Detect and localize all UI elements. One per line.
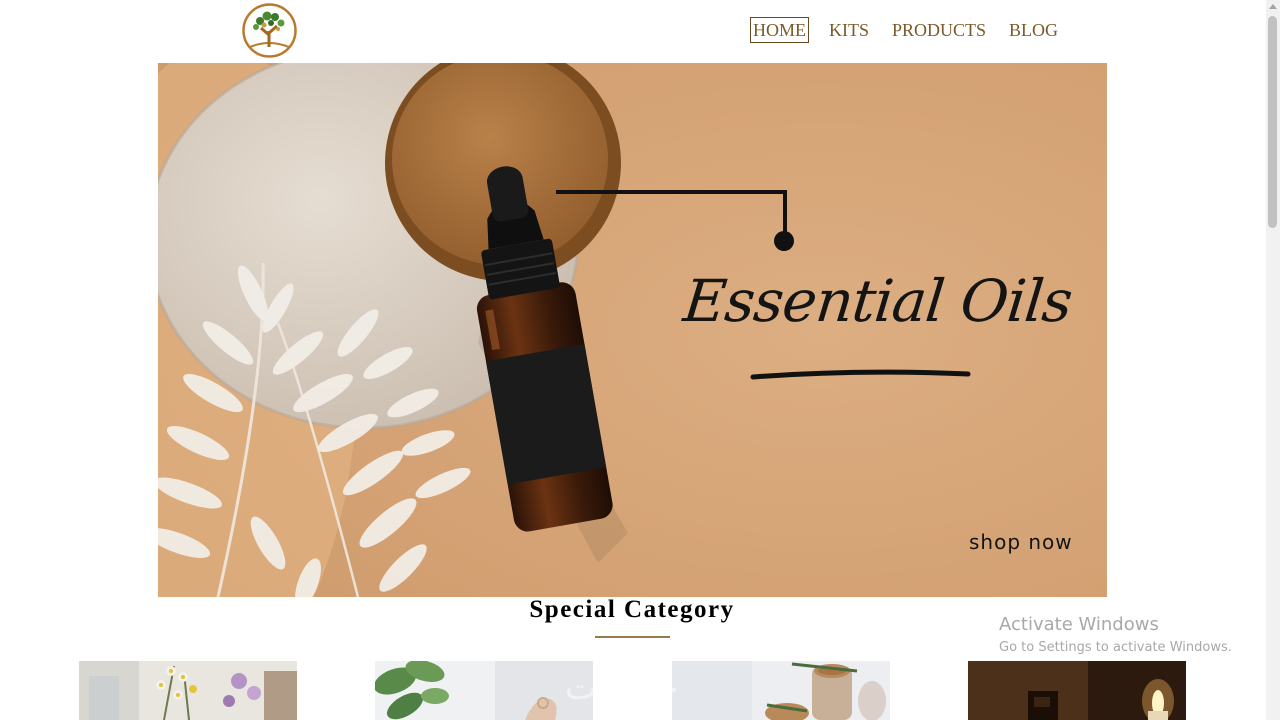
category-card-flowers[interactable] — [79, 661, 297, 720]
main-nav: HOME KITS PRODUCTS BLOG — [750, 17, 1078, 43]
activate-title: Activate Windows — [999, 614, 1159, 635]
plant-hand-photo-icon — [375, 661, 593, 720]
activate-subtitle: Go to Settings to activate Windows. — [999, 640, 1232, 655]
shop-now-link[interactable]: shop now — [969, 530, 1073, 554]
scroll-thumb[interactable] — [1268, 16, 1277, 228]
category-card-plants[interactable] — [375, 661, 593, 720]
jars-photo-icon — [672, 661, 890, 720]
nav-home[interactable]: HOME — [750, 17, 809, 43]
site-header: HOME KITS PRODUCTS BLOG — [0, 0, 1266, 63]
category-card-candles[interactable] — [968, 661, 1186, 720]
nav-products[interactable]: PRODUCTS — [889, 17, 989, 43]
nav-kits[interactable]: KITS — [826, 17, 872, 43]
page-scrollbar[interactable] — [1266, 0, 1280, 720]
hero-banner[interactable]: Essential Oils shop now — [158, 63, 1107, 597]
hero-title: Essential Oils — [680, 267, 1075, 335]
scroll-up-arrow-icon[interactable] — [1269, 4, 1277, 9]
candle-photo-icon — [968, 661, 1186, 720]
title-divider — [595, 636, 670, 638]
activate-windows-watermark: Activate Windows Go to Settings to activ… — [999, 613, 1232, 659]
site-watermark: خمسات — [565, 668, 679, 708]
tree-logo-icon[interactable] — [240, 3, 299, 58]
category-card-jars[interactable] — [672, 661, 890, 720]
nav-blog[interactable]: BLOG — [1006, 17, 1061, 43]
flowers-photo-icon — [79, 661, 297, 720]
